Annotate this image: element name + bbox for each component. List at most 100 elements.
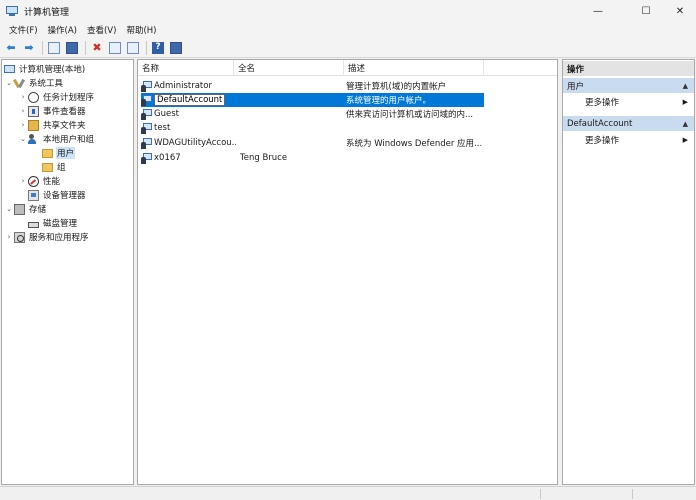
user-name: Guest	[154, 109, 179, 119]
computer-icon	[4, 65, 15, 73]
tree-item-task-scheduler[interactable]: › 任务计划程序	[18, 90, 95, 104]
user-name: Administrator	[154, 81, 212, 91]
user-name: test	[154, 123, 171, 133]
toolbar-separator	[42, 40, 43, 55]
tree-item-performance[interactable]: › 性能	[18, 174, 61, 188]
toolbar-separator	[85, 40, 86, 55]
delete-icon[interactable]: ✖	[89, 40, 105, 56]
tree-item-event-viewer[interactable]: › 事件查看器	[18, 104, 87, 118]
user-icon	[141, 122, 152, 134]
user-fullname	[240, 107, 344, 121]
status-bar	[0, 486, 696, 500]
tree-item-users[interactable]: 用户	[42, 146, 76, 160]
menu-view[interactable]: 查看(V)	[82, 24, 121, 36]
user-name: x0167	[154, 153, 181, 163]
table-row[interactable]: x0167 Teng Bruce	[138, 151, 557, 165]
shared-folder-icon	[28, 119, 39, 131]
event-viewer-icon	[28, 105, 39, 117]
collapse-icon[interactable]: ▲	[683, 120, 688, 128]
actions-section-users[interactable]: 用户 ▲	[563, 78, 694, 93]
disk-icon	[28, 221, 39, 228]
menu-help[interactable]: 帮助(H)	[121, 24, 161, 36]
users-icon	[28, 133, 39, 145]
back-arrow-icon[interactable]: ⬅	[3, 40, 19, 56]
user-list-pane: 名称 全名 描述 Administrator 管理计算机(域)的内置帐户 Def…	[137, 59, 558, 485]
tree-item-storage[interactable]: ⌄ 存储	[4, 202, 47, 216]
services-icon	[14, 231, 25, 243]
user-description: 系统为 Windows Defender 应用...	[346, 139, 483, 149]
toolbar: ⬅ ➡ ✖ ?	[0, 38, 696, 58]
user-description	[346, 151, 546, 165]
chevron-down-icon[interactable]: ⌄	[18, 135, 28, 143]
menu-bar: 文件(F) 操作(A) 查看(V) 帮助(H)	[0, 22, 696, 38]
tree-item-system-tools[interactable]: ⌄ 系统工具	[4, 76, 64, 90]
menu-file[interactable]: 文件(F)	[4, 24, 43, 36]
help-icon[interactable]: ?	[150, 40, 166, 56]
close-button[interactable]: ✕	[664, 0, 696, 22]
status-divider	[632, 489, 633, 499]
table-row-selected[interactable]: DefaultAccount 系统管理的用户帐户。	[141, 93, 484, 107]
column-header-name[interactable]: 名称	[138, 60, 234, 76]
table-row[interactable]: test	[138, 121, 557, 135]
chevron-right-icon[interactable]: ›	[18, 177, 28, 185]
chevron-down-icon[interactable]: ⌄	[4, 205, 14, 213]
forward-arrow-icon[interactable]: ➡	[21, 40, 37, 56]
user-fullname	[240, 79, 344, 93]
user-name: WDAGUtilityAccou...	[154, 138, 236, 148]
storage-icon	[14, 203, 25, 215]
user-icon	[141, 108, 152, 120]
user-fullname	[240, 93, 344, 107]
user-fullname	[240, 121, 344, 135]
console-tree: 计算机管理(本地) ⌄ 系统工具 › 任务计划程序 › 事件查看器 › 共享文件…	[1, 59, 134, 485]
menu-action[interactable]: 操作(A)	[43, 24, 82, 36]
chevron-right-icon[interactable]: ›	[18, 93, 28, 101]
user-description: 系统管理的用户帐户。	[346, 96, 432, 106]
window-title: 计算机管理	[24, 7, 70, 18]
user-fullname	[240, 136, 344, 150]
table-row[interactable]: Guest 供来宾访问计算机或访问域的内...	[138, 107, 557, 121]
actions-pane: 操作 用户 ▲ 更多操作 ▶ DefaultAccount ▲ 更多操作 ▶	[562, 59, 695, 485]
up-level-icon[interactable]	[46, 40, 62, 56]
more-actions-users[interactable]: 更多操作 ▶	[563, 95, 694, 109]
user-description	[346, 121, 546, 135]
column-header-description[interactable]: 描述	[344, 60, 484, 76]
performance-icon	[28, 175, 39, 187]
show-hide-tree-icon[interactable]	[64, 40, 80, 56]
export-list-icon[interactable]	[125, 40, 141, 56]
clock-icon	[28, 91, 39, 103]
list-header: 名称 全名 描述	[138, 60, 557, 76]
tree-item-disk-management[interactable]: 磁盘管理	[28, 216, 78, 230]
minimize-button[interactable]: —	[582, 0, 614, 22]
tree-item-computer-management[interactable]: 计算机管理(本地)	[4, 62, 86, 76]
tree-item-shared-folders[interactable]: › 共享文件夹	[18, 118, 87, 132]
actions-section-defaultaccount[interactable]: DefaultAccount ▲	[563, 116, 694, 131]
more-actions-defaultaccount[interactable]: 更多操作 ▶	[563, 133, 694, 147]
chevron-right-icon[interactable]: ›	[4, 233, 14, 241]
tools-icon	[14, 78, 25, 89]
user-icon	[141, 94, 152, 106]
user-name-edit-box[interactable]: DefaultAccount	[154, 94, 226, 106]
properties-icon[interactable]	[107, 40, 123, 56]
tree-item-local-users-groups[interactable]: ⌄ 本地用户和组	[18, 132, 95, 146]
actions-header: 操作	[563, 61, 694, 76]
folder-icon	[42, 149, 53, 158]
title-bar: 计算机管理 — ☐ ✕	[0, 0, 696, 22]
show-hide-action-pane-icon[interactable]	[168, 40, 184, 56]
user-icon	[141, 137, 152, 149]
status-divider	[540, 489, 541, 499]
tree-item-device-manager[interactable]: 设备管理器	[28, 188, 87, 202]
device-manager-icon	[28, 189, 39, 201]
tree-item-groups[interactable]: 组	[42, 160, 67, 174]
table-row[interactable]: Administrator 管理计算机(域)的内置帐户	[138, 79, 557, 93]
column-header-fullname[interactable]: 全名	[234, 60, 344, 76]
user-description: 供来宾访问计算机或访问域的内...	[346, 110, 474, 120]
chevron-right-icon[interactable]: ›	[18, 107, 28, 115]
tree-item-services-applications[interactable]: › 服务和应用程序	[4, 230, 90, 244]
collapse-icon[interactable]: ▲	[683, 82, 688, 90]
maximize-button[interactable]: ☐	[630, 0, 662, 22]
submenu-arrow-icon: ▶	[682, 98, 688, 106]
folder-icon	[42, 163, 53, 172]
table-row[interactable]: WDAGUtilityAccou... 系统为 Windows Defender…	[138, 136, 557, 150]
chevron-right-icon[interactable]: ›	[18, 121, 28, 129]
user-icon	[141, 152, 152, 164]
